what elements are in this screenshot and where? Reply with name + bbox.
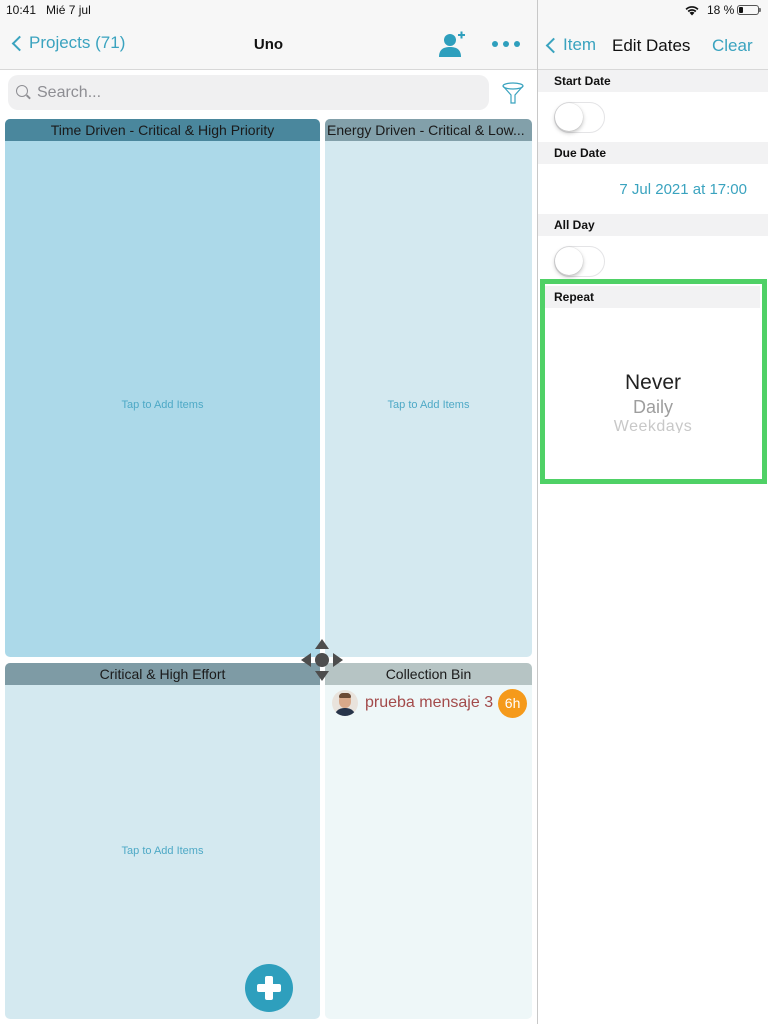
search-field[interactable] (8, 75, 489, 110)
tap-to-add-hint[interactable]: Tap to Add Items (325, 399, 532, 411)
status-bar-right: 18 % (538, 0, 768, 20)
edit-dates-nav-bar: Item Edit Dates Clear (538, 20, 768, 70)
edit-dates-title: Edit Dates (612, 36, 691, 55)
repeat-highlight-frame (540, 279, 767, 484)
avatar (332, 690, 358, 716)
status-time: 10:41 Mié 7 jul (6, 3, 91, 17)
dot-icon (503, 41, 509, 47)
tap-to-add-hint[interactable]: Tap to Add Items (5, 845, 320, 857)
task-item[interactable]: prueba mensaje 3 6h (332, 688, 530, 718)
navigation-bar: Projects (71) Uno (0, 20, 537, 70)
status-bar-left: 10:41 Mié 7 jul (0, 0, 537, 20)
quadrant-header: Critical & High Effort (5, 663, 320, 685)
due-date-label: Due Date (538, 142, 768, 164)
add-user-button[interactable] (438, 31, 466, 59)
battery-percent: 18 % (707, 3, 735, 17)
quadrant-time-driven[interactable]: Time Driven - Critical & High Priority T… (5, 119, 320, 657)
dot-icon (492, 41, 498, 47)
all-day-label: All Day (538, 214, 768, 236)
add-user-icon (439, 31, 465, 57)
start-date-row (538, 92, 768, 142)
age-badge: 6h (498, 688, 528, 718)
wifi-icon (685, 6, 699, 16)
date: Mié 7 jul (46, 3, 91, 17)
start-date-toggle[interactable] (554, 102, 605, 133)
edit-dates-pane: 18 % Item Edit Dates Clear Start Date Du… (538, 0, 768, 1024)
clock: 10:41 (6, 3, 37, 17)
page-title: Uno (253, 36, 284, 53)
more-options-button[interactable] (492, 35, 520, 53)
project-board-pane: 10:41 Mié 7 jul Projects (71) Uno Search… (0, 0, 537, 1024)
quadrant-body[interactable]: Tap to Add Items (5, 141, 320, 657)
quadrant-header: Collection Bin (325, 663, 532, 685)
quadrant-resize-handle[interactable] (300, 638, 344, 682)
add-item-button[interactable] (245, 964, 293, 1012)
due-date-row: 7 Jul 2021 at 17:00 (538, 164, 768, 214)
dot-icon (514, 41, 520, 47)
search-icon (16, 85, 31, 100)
start-date-label: Start Date (538, 70, 768, 92)
clear-button[interactable]: Clear (712, 36, 753, 56)
quadrant-body[interactable]: Tap to Add Items (325, 141, 532, 657)
search-input[interactable] (37, 83, 457, 102)
toggle-knob (555, 247, 583, 275)
chevron-left-icon (11, 35, 28, 51)
filter-button[interactable] (501, 81, 525, 105)
avatar-body (334, 708, 356, 716)
all-day-row (538, 236, 768, 284)
tap-to-add-hint[interactable]: Tap to Add Items (5, 399, 320, 411)
search-row (0, 71, 537, 117)
back-to-item-button[interactable]: Item (544, 35, 596, 55)
battery-icon (737, 5, 761, 15)
funnel-icon (502, 82, 524, 104)
back-to-projects-button[interactable]: Projects (71) (10, 33, 125, 53)
avatar-hair (339, 693, 351, 698)
task-title: prueba mensaje 3 (365, 694, 494, 711)
app-screen: 10:41 Mié 7 jul Projects (71) Uno Search… (0, 0, 768, 1024)
toggle-knob (555, 103, 583, 131)
back-label: Projects (71) (29, 33, 126, 52)
move-arrows-icon (301, 639, 343, 681)
quadrant-collection-bin[interactable]: Collection Bin prueba mensaje 3 6h (325, 663, 532, 1019)
due-date-value[interactable]: 7 Jul 2021 at 17:00 (619, 181, 747, 198)
chevron-left-icon (545, 37, 562, 53)
quadrant-energy-driven[interactable]: Energy Driven - Critical & Low... Tap to… (325, 119, 532, 657)
back-label: Item (563, 35, 597, 54)
quadrant-header: Time Driven - Critical & High Priority (5, 119, 320, 141)
quadrant-header: Energy Driven - Critical & Low... (325, 119, 532, 141)
all-day-toggle[interactable] (554, 246, 605, 277)
